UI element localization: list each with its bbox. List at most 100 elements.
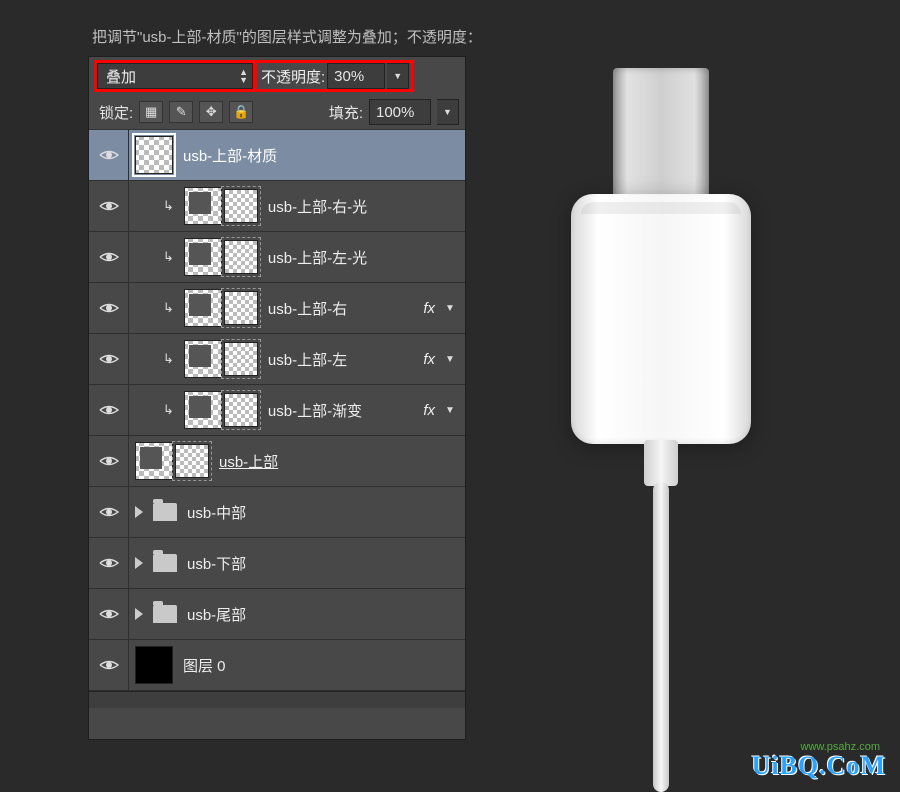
lock-paint-button[interactable]: ✎ (169, 101, 193, 123)
visibility-toggle[interactable] (89, 487, 129, 537)
fx-expand-icon[interactable]: ▼ (441, 299, 459, 317)
lock-label: 锁定: (99, 102, 133, 123)
layer-thumbnail[interactable] (184, 187, 222, 225)
layer-thumbnail[interactable] (184, 289, 222, 327)
vector-mask-thumbnail[interactable] (175, 444, 209, 478)
lock-move-button[interactable]: ✥ (199, 101, 223, 123)
eye-icon (99, 199, 119, 213)
fx-expand-icon[interactable]: ▼ (441, 350, 459, 368)
vector-mask-thumbnail[interactable] (224, 189, 258, 223)
panel-footer (89, 691, 465, 708)
eye-icon (99, 607, 119, 621)
layer-thumbnail[interactable] (135, 442, 173, 480)
visibility-toggle[interactable] (89, 130, 129, 180)
layer-name-label: usb-上部-右 (268, 298, 347, 319)
layer-name-label: usb-上部-右-光 (268, 196, 367, 217)
eye-icon (99, 556, 119, 570)
lock-transparency-button[interactable]: ▦ (139, 101, 163, 123)
usb-body-shape (571, 194, 751, 444)
layer-row[interactable]: ↲ usb-上部-左-光 (89, 232, 465, 283)
layer-thumbnail[interactable] (184, 340, 222, 378)
eye-icon (99, 505, 119, 519)
vector-mask-thumbnail[interactable] (224, 342, 258, 376)
eye-icon (99, 148, 119, 162)
opacity-group: 不透明度: 30% ▼ (257, 63, 411, 89)
layer-row[interactable]: usb-上部-材质 (89, 130, 465, 181)
layer-name-label: usb-尾部 (187, 604, 246, 625)
group-expand-icon[interactable] (135, 506, 143, 518)
layer-group-row[interactable]: usb-下部 (89, 538, 465, 589)
layer-row[interactable]: ↲ usb-上部-渐变 fx ▼ (89, 385, 465, 436)
eye-icon (99, 301, 119, 315)
visibility-toggle[interactable] (89, 640, 129, 690)
checkerboard-icon: ▦ (145, 104, 157, 120)
fx-indicator[interactable]: fx (423, 402, 435, 419)
usb-cable-shape (653, 482, 669, 792)
move-icon: ✥ (206, 104, 217, 120)
folder-icon (153, 554, 177, 572)
layer-name-label: usb-上部-渐变 (268, 400, 362, 421)
layer-name-label: usb-上部-材质 (183, 145, 277, 166)
layer-row[interactable]: 图层 0 (89, 640, 465, 691)
layer-row[interactable]: ↲ usb-上部-右-光 (89, 181, 465, 232)
blend-mode-value: 叠加 (106, 66, 136, 87)
opacity-dropdown-button[interactable]: ▼ (387, 63, 409, 89)
fx-indicator[interactable]: fx (423, 351, 435, 368)
fill-input[interactable]: 100% (369, 99, 431, 125)
instruction-caption: 把调节"usb-上部-材质"的图层样式调整为叠加；不透明度：30%； (92, 26, 527, 47)
layer-group-row[interactable]: usb-尾部 (89, 589, 465, 640)
layer-thumbnail[interactable] (135, 136, 173, 174)
group-expand-icon[interactable] (135, 557, 143, 569)
layer-name-label: usb-下部 (187, 553, 246, 574)
layers-list: usb-上部-材质 ↲ usb-上部-右-光 ↲ (89, 130, 465, 691)
eye-icon (99, 250, 119, 264)
visibility-toggle[interactable] (89, 232, 129, 282)
fill-label: 填充: (329, 102, 363, 123)
fx-expand-icon[interactable]: ▼ (441, 401, 459, 419)
eye-icon (99, 403, 119, 417)
layer-name-label: 图层 0 (183, 655, 226, 676)
clip-indicator-icon: ↲ (163, 351, 174, 367)
vector-mask-thumbnail[interactable] (224, 240, 258, 274)
visibility-toggle[interactable] (89, 436, 129, 486)
fx-indicator[interactable]: fx (423, 300, 435, 317)
layers-panel: 叠加 ▲▼ 不透明度: 30% ▼ 锁定: ▦ ✎ ✥ 🔒 填充: 100% ▼ (88, 56, 466, 740)
layer-name-label: usb-上部 (219, 451, 278, 472)
clip-indicator-icon: ↲ (163, 198, 174, 214)
layer-row[interactable]: ↲ usb-上部-左 fx ▼ (89, 334, 465, 385)
eye-icon (99, 658, 119, 672)
visibility-toggle[interactable] (89, 538, 129, 588)
blend-mode-dropdown[interactable]: 叠加 ▲▼ (97, 63, 253, 89)
layer-name-label: usb-中部 (187, 502, 246, 523)
eye-icon (99, 454, 119, 468)
visibility-toggle[interactable] (89, 283, 129, 333)
layer-thumbnail[interactable] (135, 646, 173, 684)
folder-icon (153, 605, 177, 623)
brush-icon: ✎ (176, 104, 187, 120)
usb-tail-shape (644, 440, 678, 486)
layer-thumbnail[interactable] (184, 238, 222, 276)
group-expand-icon[interactable] (135, 608, 143, 620)
fill-dropdown-button[interactable]: ▼ (437, 99, 459, 125)
watermark: UiBQ.CoM (752, 751, 886, 781)
layer-row[interactable]: usb-上部 (89, 436, 465, 487)
vector-mask-thumbnail[interactable] (224, 291, 258, 325)
canvas-preview (480, 0, 900, 791)
vector-mask-thumbnail[interactable] (224, 393, 258, 427)
lock-all-button[interactable]: 🔒 (229, 101, 253, 123)
layer-row[interactable]: ↲ usb-上部-右 fx ▼ (89, 283, 465, 334)
opacity-input[interactable]: 30% (327, 63, 385, 89)
layer-group-row[interactable]: usb-中部 (89, 487, 465, 538)
clip-indicator-icon: ↲ (163, 300, 174, 316)
eye-icon (99, 352, 119, 366)
clip-indicator-icon: ↲ (163, 249, 174, 265)
visibility-toggle[interactable] (89, 334, 129, 384)
visibility-toggle[interactable] (89, 385, 129, 435)
clip-indicator-icon: ↲ (163, 402, 174, 418)
lock-icon: 🔒 (233, 104, 249, 120)
layer-name-label: usb-上部-左 (268, 349, 347, 370)
blend-opacity-row: 叠加 ▲▼ 不透明度: 30% ▼ (89, 57, 465, 93)
layer-thumbnail[interactable] (184, 391, 222, 429)
visibility-toggle[interactable] (89, 589, 129, 639)
visibility-toggle[interactable] (89, 181, 129, 231)
